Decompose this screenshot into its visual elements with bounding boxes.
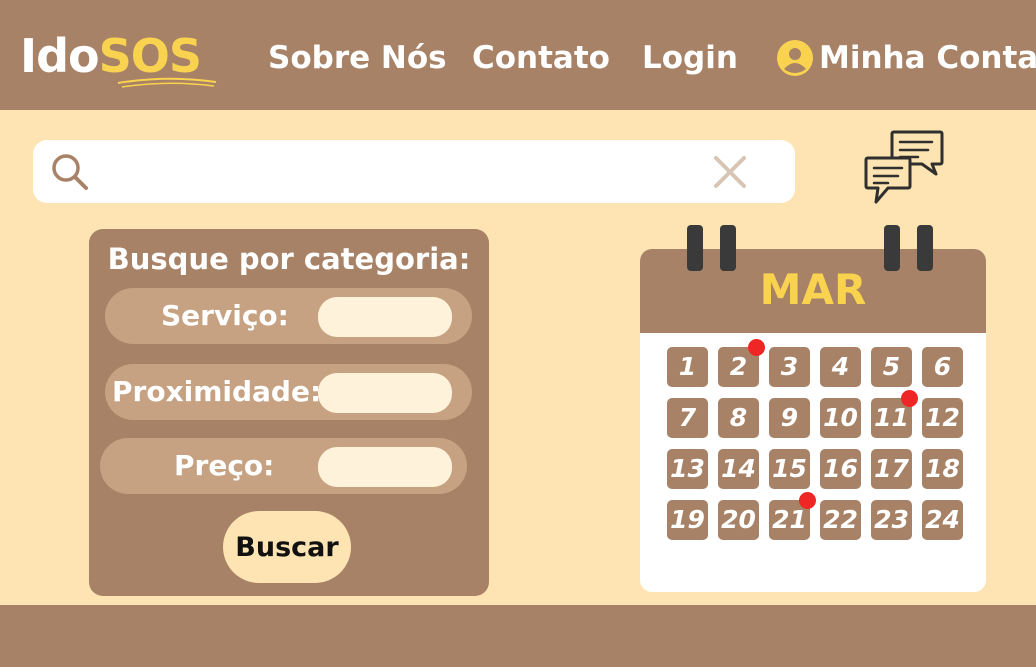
calendar-day[interactable]: 9 — [769, 398, 810, 438]
calendar-day[interactable]: 8 — [718, 398, 759, 438]
calendar-day[interactable]: 20 — [718, 500, 759, 540]
user-circle-icon — [777, 40, 813, 76]
calendar-day[interactable]: 17 — [871, 449, 912, 489]
proximity-label: Proximidade: — [112, 375, 322, 408]
category-panel-title: Busque por categoria: — [107, 242, 471, 276]
calendar-day[interactable]: 18 — [922, 449, 963, 489]
search-input[interactable] — [133, 152, 717, 192]
calendar-event-marker — [748, 339, 765, 356]
footer — [0, 605, 1036, 667]
nav-link-about[interactable]: Sobre Nós — [268, 38, 447, 78]
calendar-day[interactable]: 5 — [871, 347, 912, 387]
calendar-day[interactable]: 13 — [667, 449, 708, 489]
calendar-event-marker — [799, 492, 816, 509]
calendar-day[interactable]: 6 — [922, 347, 963, 387]
proximity-input[interactable] — [318, 373, 452, 413]
calendar-day[interactable]: 10 — [820, 398, 861, 438]
category-search-panel: Busque por categoria: Serviço: Proximida… — [89, 229, 489, 596]
calendar-month: MAR — [759, 265, 867, 314]
header: IdoSOS Sobre Nós Contato Login Minha Con… — [0, 0, 1036, 110]
calendar-event-marker — [901, 390, 918, 407]
proximity-filter-row: Proximidade: — [105, 364, 472, 420]
calendar-day[interactable]: 14 — [718, 449, 759, 489]
search-bar — [33, 140, 795, 203]
calendar-day[interactable]: 12 — [922, 398, 963, 438]
price-label: Preço: — [174, 449, 275, 482]
calendar-day[interactable]: 7 — [667, 398, 708, 438]
account-label: Minha Conta — [819, 40, 1036, 76]
calendar-day[interactable]: 1 — [667, 347, 708, 387]
calendar: MAR 1 2 3 4 5 6 7 8 9 10 11 12 13 14 15 16 17 18 19 20 21 22 2… — [640, 225, 986, 592]
nav-link-login[interactable]: Login — [642, 38, 738, 78]
service-input[interactable] — [318, 297, 452, 337]
calendar-day[interactable]: 15 — [769, 449, 810, 489]
search-submit-button[interactable]: Buscar — [223, 511, 351, 583]
calendar-day[interactable]: 3 — [769, 347, 810, 387]
calendar-day[interactable]: 4 — [820, 347, 861, 387]
nav-link-account[interactable]: Minha Conta — [777, 36, 1036, 80]
calendar-day[interactable]: 19 — [667, 500, 708, 540]
calendar-day[interactable]: 24 — [922, 500, 963, 540]
service-label: Serviço: — [161, 299, 289, 332]
calendar-day[interactable]: 23 — [871, 500, 912, 540]
search-icon[interactable] — [50, 152, 90, 192]
service-filter-row: Serviço: — [105, 288, 472, 344]
calendar-day[interactable]: 16 — [820, 449, 861, 489]
logo-swoosh — [117, 77, 217, 88]
logo-text-ido: Ido — [20, 29, 100, 83]
nav-link-contact[interactable]: Contato — [472, 38, 610, 78]
price-filter-row: Preço: — [100, 438, 467, 494]
calendar-day[interactable]: 22 — [820, 500, 861, 540]
chat-bubbles-icon[interactable] — [862, 128, 946, 208]
price-input[interactable] — [318, 447, 452, 487]
close-icon[interactable] — [713, 155, 747, 189]
